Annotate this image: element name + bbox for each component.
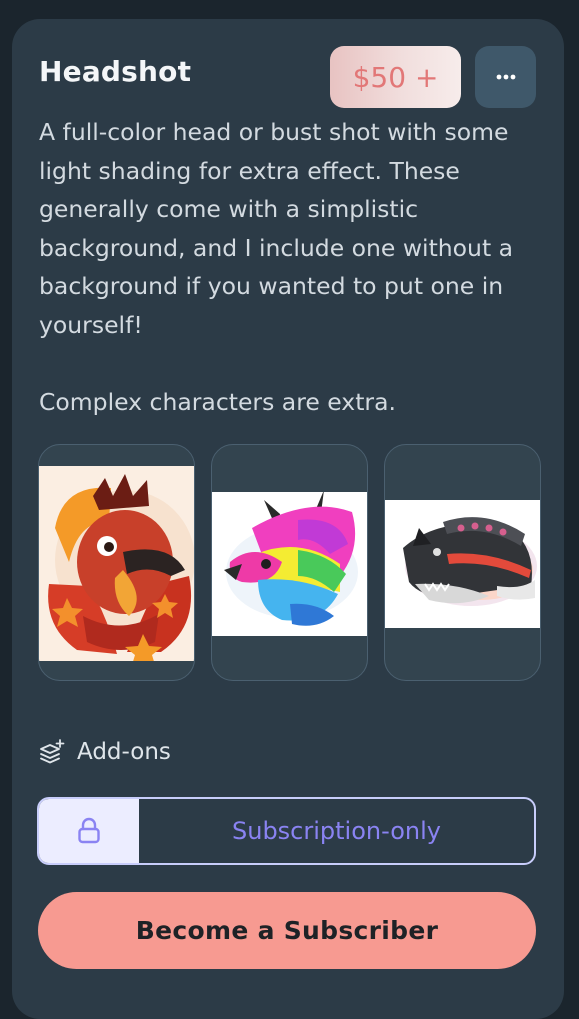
tier-title: Headshot: [39, 55, 192, 88]
more-options-button[interactable]: [475, 46, 536, 108]
lock-cell: [39, 799, 139, 863]
become-subscriber-button[interactable]: Become a Subscriber: [38, 892, 536, 969]
more-options-icon: [496, 74, 515, 80]
tier-card: Headshot $50 + A full-color head or bust…: [12, 19, 564, 1019]
addons-section[interactable]: Add-ons: [39, 737, 171, 767]
subscription-only-label: Subscription-only: [232, 817, 441, 845]
layers-plus-icon: [40, 739, 65, 764]
gallery-image-3[interactable]: [384, 444, 541, 681]
gallery-image-3-art: [385, 500, 540, 628]
addons-label: Add-ons: [77, 739, 171, 765]
subscription-only-field[interactable]: Subscription-only: [37, 797, 536, 865]
price-badge[interactable]: $50 +: [330, 46, 461, 108]
gallery-image-1[interactable]: [38, 444, 195, 681]
gallery-image-2[interactable]: [211, 444, 368, 681]
gallery-image-1-art: [39, 466, 194, 661]
gallery-image-2-art: [212, 492, 367, 636]
lock-icon: [78, 817, 100, 844]
tier-description: A full-color head or bust shot with some…: [39, 118, 514, 416]
